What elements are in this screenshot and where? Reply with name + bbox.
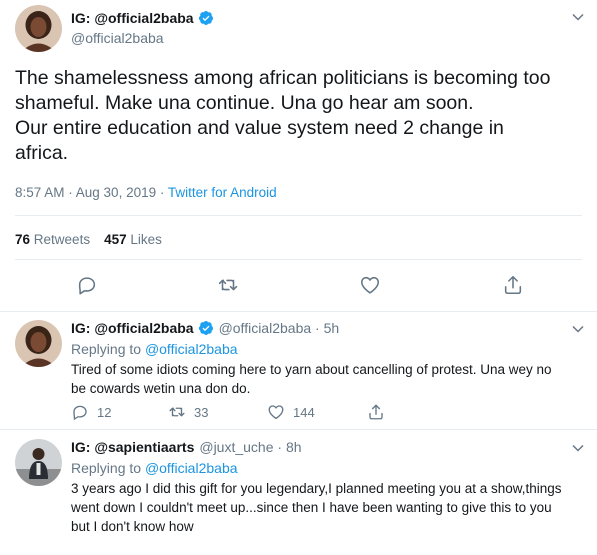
tweet-text-line: be cowards wetin una don do. (71, 381, 251, 396)
engagement-stats: 76 Retweets 457 Likes (15, 232, 162, 247)
handle[interactable]: @official2baba · 5h (219, 320, 340, 336)
reply-tweet: IG: @sapientiaarts @juxt_uche · 8h Reply… (0, 431, 597, 555)
mention-link[interactable]: @official2baba (145, 460, 238, 476)
display-name[interactable]: IG: @official2baba (71, 10, 194, 26)
verified-badge-icon (198, 11, 213, 25)
retweets-label: Retweets (33, 232, 91, 247)
retweets-count: 76 (15, 232, 31, 247)
retweet-count: 33 (194, 404, 209, 420)
share-button[interactable] (367, 403, 393, 421)
avatar[interactable] (15, 439, 62, 486)
source-link[interactable]: Twitter for Android (168, 185, 277, 200)
mention-link[interactable]: @official2baba (145, 341, 238, 357)
likes-count: 457 (104, 232, 127, 247)
chevron-down-icon[interactable] (571, 10, 585, 24)
chevron-down-icon[interactable] (571, 322, 585, 336)
replying-to: Replying to @official2baba (71, 460, 238, 476)
share-icon[interactable] (502, 274, 524, 296)
author-row: IG: @sapientiaarts @juxt_uche · 8h (71, 439, 302, 455)
retweet-icon[interactable] (217, 274, 239, 296)
timestamp[interactable]: 8:57 AM · Aug 30, 2019 · (15, 185, 168, 200)
tweet-text-line: shameful. Make una continue. Una go hear… (15, 92, 474, 114)
replying-label: Replying to (71, 460, 145, 476)
display-name[interactable]: IG: @official2baba (71, 320, 194, 336)
handle[interactable]: @official2baba (71, 30, 164, 46)
heart-icon[interactable] (359, 274, 381, 296)
tweet-text-line: The shamelessness among african politici… (15, 67, 551, 89)
tweet-meta: 8:57 AM · Aug 30, 2019 · Twitter for And… (15, 185, 277, 200)
reply-tweet: IG: @official2baba @official2baba · 5h R… (0, 312, 597, 430)
tweet-text-line: africa. (15, 142, 69, 164)
reply-icon[interactable] (76, 274, 98, 296)
avatar-photo (15, 5, 62, 52)
tweet-text: 3 years ago I did this gift for you lege… (71, 479, 586, 536)
share-icon (369, 404, 383, 420)
heart-icon (268, 405, 284, 420)
reply-actions: 12 33 144 (71, 403, 393, 421)
retweet-icon (169, 407, 185, 417)
reply-icon (73, 405, 87, 420)
tweet-text-line: Our entire education and value system ne… (15, 117, 504, 139)
author-row: IG: @official2baba @official2baba · 5h (71, 320, 339, 336)
tweet-text-line: but I don't know how (71, 519, 194, 534)
main-tweet: IG: @official2baba @official2baba The sh… (0, 0, 597, 312)
reply-count: 12 (97, 404, 112, 420)
replying-to: Replying to @official2baba (71, 341, 238, 357)
display-name[interactable]: IG: @sapientiaarts (71, 439, 194, 455)
avatar-photo (15, 439, 62, 486)
author-row: IG: @official2baba (71, 10, 214, 26)
reply-button[interactable]: 12 (71, 403, 168, 421)
likes-label: Likes (130, 232, 162, 247)
divider (15, 259, 582, 260)
divider (15, 215, 582, 216)
tweet-text-line: Tired of some idiots coming here to yarn… (71, 362, 552, 377)
tweet-text: The shamelessness among african politici… (15, 66, 587, 166)
avatar-photo (15, 320, 62, 367)
tweet-text: Tired of some idiots coming here to yarn… (71, 360, 586, 398)
avatar[interactable] (15, 5, 62, 52)
verified-badge-icon (198, 321, 213, 335)
avatar[interactable] (15, 320, 62, 367)
like-button[interactable]: 144 (267, 403, 367, 421)
likes-stat[interactable]: 457 Likes (104, 232, 162, 247)
like-count: 144 (293, 404, 315, 420)
retweet-button[interactable]: 33 (168, 403, 267, 421)
tweet-text-line: 3 years ago I did this gift for you lege… (71, 481, 562, 496)
chevron-down-icon[interactable] (571, 441, 585, 455)
replying-label: Replying to (71, 341, 145, 357)
tweet-text-line: went down I couldn't meet up...since the… (71, 500, 552, 515)
handle[interactable]: @juxt_uche · 8h (199, 439, 301, 455)
retweets-stat[interactable]: 76 Retweets (15, 232, 90, 247)
